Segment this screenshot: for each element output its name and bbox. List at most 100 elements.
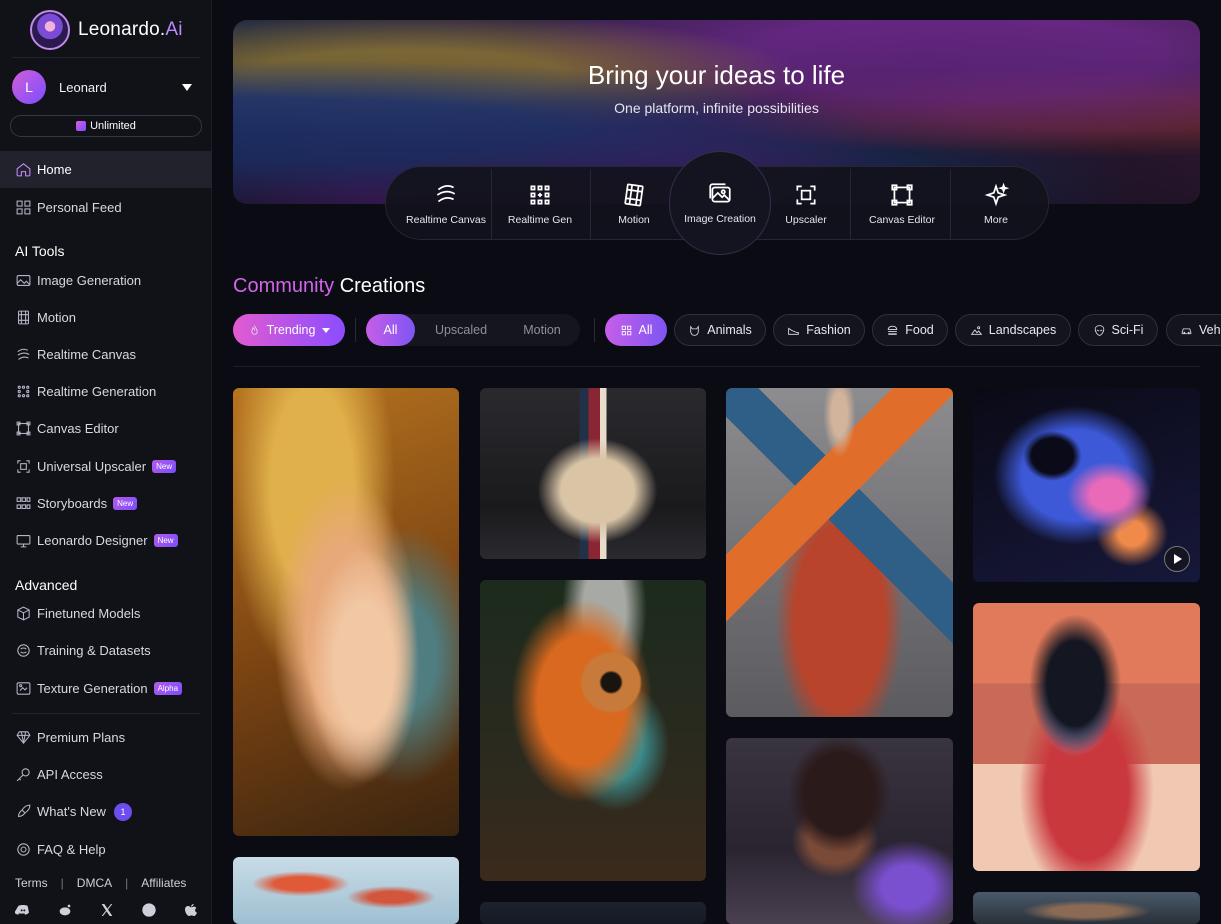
home-icon [14, 161, 32, 179]
sidebar-item-label: API Access [37, 767, 103, 782]
sidebar-item-home[interactable]: Home [0, 151, 212, 188]
gallery-image-cartoon-girl[interactable] [726, 738, 953, 924]
gallery-image-dress[interactable] [726, 388, 953, 717]
sidebar-item-training-datasets[interactable]: Training & Datasets [0, 632, 212, 669]
tool-image-creation[interactable]: Image Creation [669, 151, 771, 255]
plan-label: Unlimited [90, 120, 136, 132]
facebook-icon[interactable] [141, 902, 157, 918]
film-icon [14, 309, 32, 327]
gallery-image-illustrated-woman[interactable] [973, 603, 1200, 871]
sidebar-item-universal-upscaler[interactable]: Universal Upscaler New [0, 448, 212, 485]
sidebar-item-label: Image Generation [37, 273, 142, 288]
fire-icon [248, 324, 261, 337]
texture-icon [14, 680, 32, 698]
affiliates-link[interactable]: Affiliates [141, 876, 186, 890]
filter-motion[interactable]: Motion [504, 314, 580, 346]
gallery-image-golden-portrait[interactable] [233, 388, 459, 836]
sidebar: Leonardo.Ai L Leonard Unlimited Home Per… [0, 0, 212, 924]
category-food[interactable]: Food [872, 314, 948, 346]
title-accent: Community [233, 275, 335, 297]
upscale-icon [14, 458, 32, 476]
gallery-image-mushrooms[interactable] [233, 857, 459, 924]
category-label: Food [905, 323, 934, 337]
tool-more[interactable]: More [954, 167, 1038, 241]
sidebar-item-motion[interactable]: Motion [0, 299, 212, 336]
image-stack-icon [709, 183, 731, 203]
grid-icon [620, 324, 633, 337]
chevron-down-icon [322, 327, 331, 333]
new-badge: New [153, 534, 178, 547]
notification-count: 1 [113, 802, 132, 821]
terms-link[interactable]: Terms [15, 876, 48, 890]
tool-realtime-canvas[interactable]: Realtime Canvas [402, 167, 490, 241]
sidebar-item-label: What's New [37, 804, 106, 819]
sidebar-item-label: Premium Plans [37, 730, 126, 745]
divider [233, 366, 1200, 367]
chevron-down-icon[interactable] [182, 83, 192, 91]
tool-launcher: Realtime Canvas Realtime Gen Motion Imag… [385, 151, 1049, 255]
dots-grid-icon [14, 383, 32, 401]
sidebar-item-realtime-generation[interactable]: Realtime Generation [0, 373, 212, 410]
sidebar-item-api-access[interactable]: API Access [0, 756, 212, 793]
token-icon [76, 121, 87, 131]
sidebar-item-label: Training & Datasets [37, 643, 151, 658]
sidebar-item-label: Realtime Generation [37, 384, 157, 399]
sidebar-item-image-generation[interactable]: Image Generation [0, 262, 212, 299]
gallery-image-dark[interactable] [480, 902, 706, 924]
new-badge: New [152, 460, 177, 473]
filter-all[interactable]: All [366, 314, 415, 346]
divider [850, 169, 851, 239]
dots-grid-icon [530, 185, 550, 205]
rocket-icon [14, 803, 32, 821]
monitor-icon [14, 532, 32, 550]
sidebar-item-personal-feed[interactable]: Personal Feed [0, 189, 212, 226]
tool-upscaler[interactable]: Upscaler [766, 167, 846, 241]
plan-badge[interactable]: Unlimited [10, 115, 202, 137]
sidebar-item-texture-generation[interactable]: Texture Generation Alpha [0, 670, 212, 707]
new-badge: New [113, 497, 138, 510]
upscale-icon [796, 185, 816, 205]
sidebar-item-label: Personal Feed [37, 200, 122, 215]
key-icon [14, 766, 32, 784]
tool-motion[interactable]: Motion [594, 167, 674, 241]
gallery-image-chameleon[interactable] [480, 580, 706, 881]
sidebar-item-whats-new[interactable]: What's New 1 [0, 793, 212, 830]
category-vehicles[interactable]: Veh [1166, 314, 1221, 346]
sort-dropdown[interactable]: Trending [233, 314, 345, 346]
sidebar-item-faq-help[interactable]: FAQ & Help [0, 831, 212, 868]
category-all[interactable]: All [605, 314, 667, 346]
sidebar-item-premium-plans[interactable]: Premium Plans [0, 719, 212, 756]
tool-canvas-editor[interactable]: Canvas Editor [854, 167, 950, 241]
sidebar-item-canvas-editor[interactable]: Canvas Editor [0, 410, 212, 447]
brand-logo[interactable]: Leonardo.Ai [30, 10, 183, 50]
play-icon[interactable] [1164, 546, 1190, 572]
dmca-link[interactable]: DMCA [77, 876, 112, 890]
category-landscapes[interactable]: Landscapes [955, 314, 1071, 346]
filter-upscaled[interactable]: Upscaled [421, 314, 501, 346]
category-fashion[interactable]: Fashion [773, 314, 865, 346]
tool-label: More [984, 214, 1008, 226]
tool-label: Upscaler [785, 214, 827, 226]
gallery-video-abstract-blob[interactable] [973, 388, 1200, 582]
category-animals[interactable]: Animals [674, 314, 766, 346]
sidebar-item-leonardo-designer[interactable]: Leonardo Designer New [0, 522, 212, 559]
x-icon[interactable] [99, 902, 115, 918]
grid-icon [14, 199, 32, 217]
avatar: L [12, 70, 46, 104]
gallery-image-portrait[interactable] [973, 892, 1200, 924]
category-label: Fashion [806, 323, 851, 337]
brand-name: Leonardo.Ai [78, 19, 183, 40]
type-filter: All Upscaled Motion [366, 314, 580, 346]
category-sci-fi[interactable]: Sci-Fi [1078, 314, 1158, 346]
sidebar-item-storyboards[interactable]: Storyboards New [0, 485, 212, 522]
user-menu[interactable]: L Leonard [12, 70, 200, 104]
category-label: Animals [707, 323, 752, 337]
tool-realtime-gen[interactable]: Realtime Gen [494, 167, 586, 241]
gallery-image-handbag[interactable] [480, 388, 706, 559]
sidebar-item-finetuned-models[interactable]: Finetuned Models [0, 595, 212, 632]
apple-icon[interactable] [183, 902, 199, 918]
category-label: Veh [1199, 323, 1221, 337]
discord-icon[interactable] [14, 902, 31, 918]
reddit-icon[interactable] [57, 902, 73, 918]
sidebar-item-realtime-canvas[interactable]: Realtime Canvas [0, 336, 212, 373]
